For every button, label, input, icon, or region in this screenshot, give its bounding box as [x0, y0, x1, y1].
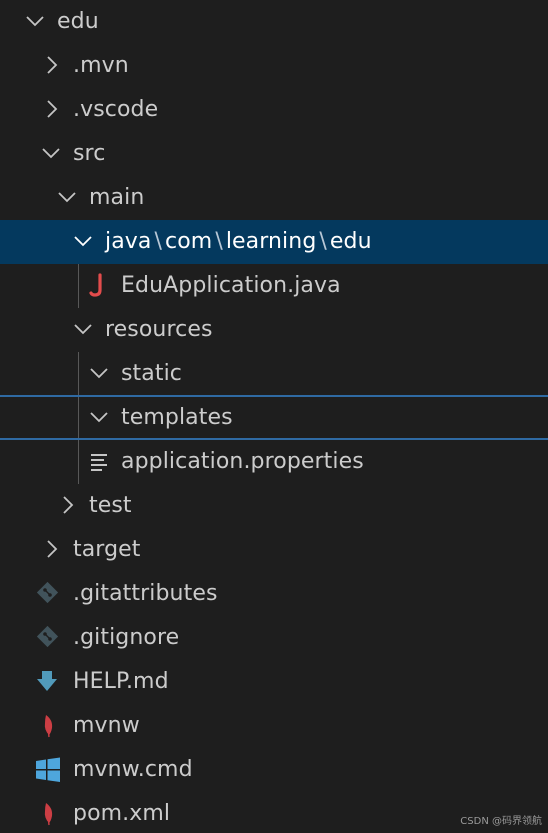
tree-item-label: .gitignore [73, 625, 180, 650]
git-file-icon [36, 616, 62, 660]
tree-item-src[interactable]: src [0, 132, 548, 176]
tree-item-label: templates [121, 405, 233, 430]
tree-item-vscode[interactable]: .vscode [0, 88, 548, 132]
tree-item-label: mvnw.cmd [73, 757, 193, 782]
chevron-right-icon [41, 528, 65, 572]
tree-item-static[interactable]: static [0, 352, 548, 396]
path-segment-edu: edu [329, 229, 372, 254]
tree-item-label: main [89, 185, 145, 210]
tree-item-help-md[interactable]: HELP.md [0, 660, 548, 704]
properties-file-icon [90, 440, 116, 484]
path-segment-learning: learning [225, 229, 317, 254]
git-file-icon [36, 572, 62, 616]
tree-item-mvn[interactable]: .mvn [0, 44, 548, 88]
tree-item-label: edu [57, 9, 99, 34]
tree-item-label: mvnw [73, 713, 140, 738]
path-separator: \ [319, 229, 327, 254]
chevron-down-icon [88, 396, 112, 440]
tree-item-application-properties[interactable]: application.properties [0, 440, 548, 484]
watermark: CSDN @码界领航 [460, 816, 542, 827]
path-separator: \ [154, 229, 163, 254]
path-segment-java: java [105, 229, 152, 254]
maven-feather-icon [40, 704, 66, 748]
tree-item-label: .vscode [73, 97, 159, 122]
tree-item-label: .mvn [73, 53, 129, 78]
package-path: java \ com \ learning \ edu [105, 220, 372, 264]
tree-item-gitattributes[interactable]: .gitattributes [0, 572, 548, 616]
tree-item-test[interactable]: test [0, 484, 548, 528]
chevron-down-icon [56, 176, 80, 220]
tree-item-mvnw-cmd[interactable]: mvnw.cmd [0, 748, 548, 792]
tree-item-label: target [73, 537, 141, 562]
chevron-down-icon [72, 220, 96, 264]
chevron-down-icon [72, 308, 96, 352]
tree-item-label: application.properties [121, 449, 364, 474]
tree-item-label: pom.xml [73, 801, 171, 826]
tree-item-gitignore[interactable]: .gitignore [0, 616, 548, 660]
chevron-down-icon [88, 352, 112, 396]
tree-item-resources[interactable]: resources [0, 308, 548, 352]
tree-item-label: EduApplication.java [121, 273, 341, 298]
tree-item-label: HELP.md [73, 669, 169, 694]
tree-item-target[interactable]: target [0, 528, 548, 572]
tree-item-edu[interactable]: edu [0, 0, 548, 44]
tree-item-templates[interactable]: templates [0, 395, 548, 440]
tree-item-main[interactable]: main [0, 176, 548, 220]
path-segment-com: com [165, 229, 213, 254]
tree-item-edu-application[interactable]: EduApplication.java [0, 264, 548, 308]
chevron-right-icon [57, 484, 81, 528]
chevron-down-icon [24, 0, 48, 44]
file-explorer-tree: edu .mvn .vscode src main java \ com \ lea [0, 0, 548, 833]
maven-feather-icon [40, 792, 66, 833]
tree-item-label: test [89, 493, 132, 518]
markdown-download-icon [36, 660, 62, 704]
tree-item-label: .gitattributes [73, 581, 218, 606]
windows-icon [35, 748, 61, 792]
tree-item-mvnw[interactable]: mvnw [0, 704, 548, 748]
chevron-right-icon [41, 88, 65, 132]
path-separator: \ [215, 229, 223, 254]
tree-item-label: static [121, 361, 183, 386]
tree-item-label: resources [105, 317, 213, 342]
chevron-down-icon [40, 132, 64, 176]
tree-item-label: src [73, 141, 106, 166]
java-file-icon [89, 264, 115, 308]
tree-item-java-package[interactable]: java \ com \ learning \ edu [0, 220, 548, 264]
chevron-right-icon [41, 44, 65, 88]
